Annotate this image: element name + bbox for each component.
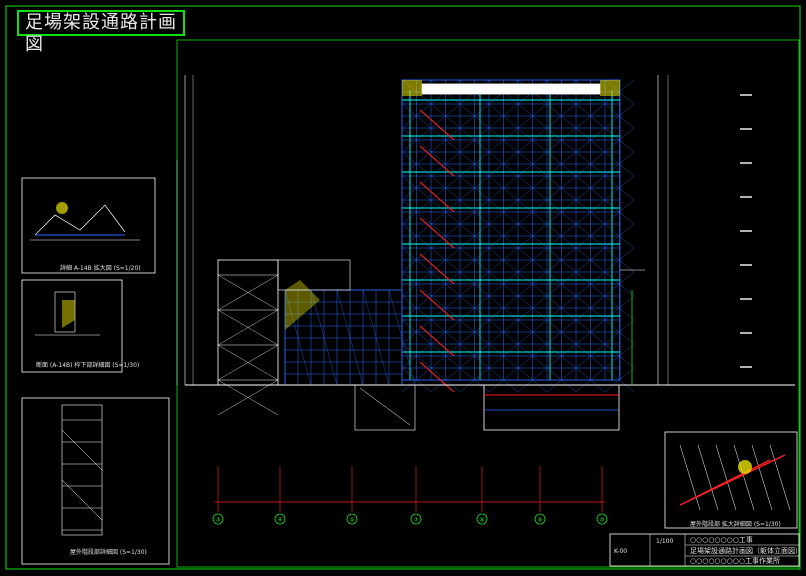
- detail-box-c: [21, 397, 170, 565]
- detail-c-stair-frame: [61, 404, 103, 536]
- roof-parapet: [421, 83, 601, 95]
- stair-run: [419, 325, 455, 357]
- grid-marker-label: ④: [277, 517, 282, 524]
- title-block-scale: 1/100: [656, 538, 674, 545]
- stair-run: [419, 181, 455, 213]
- detail-box-a: [21, 177, 156, 274]
- grid-marker-label: ⑤: [349, 517, 354, 524]
- title-block-drawing-no: K-00: [614, 548, 628, 555]
- detail-d-brace: [697, 444, 719, 511]
- detail-a-hatch: [56, 202, 68, 214]
- grid-marker-label: ⑩: [599, 517, 604, 524]
- hatch-area: [285, 280, 320, 330]
- title-block-project: ○○○○○○○○工事: [690, 536, 753, 544]
- detail-b-hatch: [62, 300, 75, 328]
- drawing-frame: [176, 39, 800, 568]
- detail-caption-c: 屋外階段部詳細図 (S=1/30): [70, 549, 147, 556]
- title-block-company: ○○○○○○○○○工事作業所: [690, 557, 780, 565]
- detail-a-truss: [34, 204, 126, 236]
- annex-upper: [277, 259, 351, 291]
- detail-caption-a: 詳細 A-14B 拡大図 (S=1/20): [60, 265, 141, 272]
- roof-hatch-right: [600, 80, 620, 96]
- detail-caption-d: 屋外階段部 拡大詳細図 (S=1/30): [690, 521, 781, 528]
- pit-outline: [354, 384, 416, 431]
- scaffold-elevation-drawing: ③ ④ ⑤ ⑦ ⑧ ⑨ ⑩: [5, 5, 801, 570]
- title-block-drawing: 足場架設通路計画図（躯体立面図）: [690, 547, 802, 555]
- detail-d-red-2: [689, 459, 771, 501]
- pit-stair: [359, 387, 411, 426]
- detail-caption-b: 断面 (A-14B) 枠下部詳細図 (S=1/30): [36, 362, 140, 369]
- grid-marker-label: ⑧: [479, 517, 484, 524]
- grid-marker-label: ⑨: [537, 517, 542, 524]
- basement-outline: [483, 384, 620, 431]
- detail-d-brace: [769, 444, 791, 511]
- annex-outline: [217, 259, 279, 386]
- stair-run: [419, 253, 455, 285]
- detail-d-hatch: [738, 460, 752, 474]
- grid-marker-label: ⑦: [413, 517, 419, 524]
- detail-d-brace: [751, 444, 773, 511]
- grid-marker-label: ③: [215, 517, 220, 524]
- detail-box-b: [21, 279, 123, 373]
- stair-run: [419, 109, 455, 141]
- roof-hatch-left: [402, 80, 422, 96]
- detail-d-brace: [715, 444, 737, 511]
